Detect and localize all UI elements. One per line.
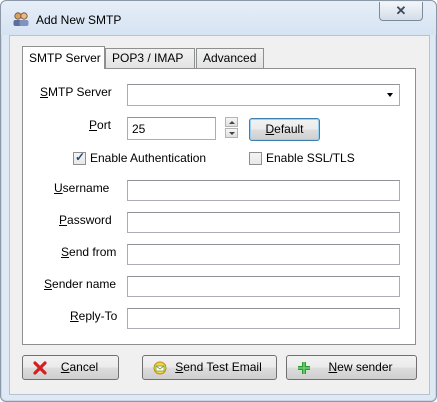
green-plus-icon	[298, 362, 310, 374]
password-label: Password	[59, 213, 112, 227]
tab-pop3-imap[interactable]: POP3 / IMAP	[105, 48, 195, 68]
send-test-email-button[interactable]: Send Test Email	[142, 355, 277, 380]
users-icon	[13, 12, 29, 26]
close-icon: ✕	[395, 3, 407, 18]
tab-advanced[interactable]: Advanced	[196, 48, 264, 68]
port-input[interactable]	[127, 117, 216, 140]
smtp-server-panel: SMTP Server Port Default Enable Authenti…	[22, 68, 416, 345]
cancel-button[interactable]: Cancel	[22, 355, 119, 380]
reply-to-input[interactable]	[127, 308, 400, 329]
reply-to-label: Reply-To	[70, 309, 118, 323]
smtp-server-combobox[interactable]	[127, 84, 400, 106]
smtp-server-label: SMTP Server	[40, 85, 112, 99]
port-stepper[interactable]	[225, 117, 238, 139]
username-label: Username	[54, 181, 110, 195]
stepper-down-icon[interactable]	[225, 128, 238, 138]
title-bar[interactable]: Add New SMTP ✕	[1, 1, 436, 35]
chevron-down-icon[interactable]	[387, 93, 393, 97]
new-sender-button[interactable]: New sender	[286, 355, 417, 380]
add-smtp-dialog: Add New SMTP ✕ SMTP Server POP3 / IMAP A…	[0, 0, 437, 402]
window-title: Add New SMTP	[36, 13, 122, 27]
enable-authentication-label: Enable Authentication	[90, 151, 207, 165]
sender-name-input[interactable]	[127, 276, 400, 297]
enable-ssl-checkbox[interactable]	[249, 152, 262, 165]
tab-smtp-server[interactable]: SMTP Server	[22, 46, 105, 69]
red-x-icon	[33, 361, 47, 375]
send-from-input[interactable]	[127, 244, 400, 265]
close-button[interactable]: ✕	[379, 2, 423, 21]
email-test-icon	[153, 361, 167, 375]
default-port-button[interactable]: Default	[249, 118, 320, 141]
enable-ssl-label: Enable SSL/TLS	[266, 151, 355, 165]
send-from-label: Send from	[61, 245, 117, 259]
password-input[interactable]	[127, 212, 400, 233]
enable-authentication-checkbox[interactable]	[73, 150, 86, 165]
sender-name-label: Sender name	[44, 277, 117, 291]
port-label: Port	[89, 118, 112, 132]
username-input[interactable]	[127, 180, 400, 201]
dialog-client-area: SMTP Server POP3 / IMAP Advanced SMTP Se…	[9, 35, 430, 395]
stepper-up-icon[interactable]	[225, 117, 238, 127]
